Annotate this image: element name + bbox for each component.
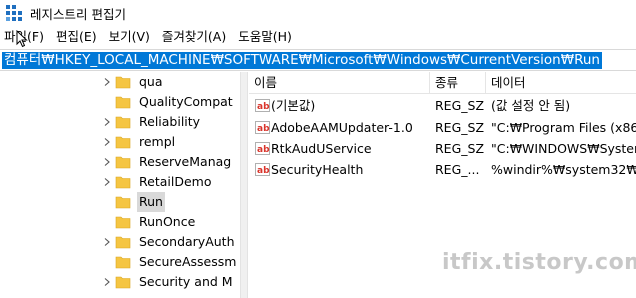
folder-icon (115, 194, 131, 210)
value-type: REG_... (435, 162, 480, 177)
tree-item-secureassessment[interactable]: SecureAssessm (0, 252, 238, 272)
chevron-right-icon[interactable] (103, 158, 111, 166)
tree-item-retaildemo[interactable]: RetailDemo (0, 172, 238, 192)
window-title: 레지스트리 편집기 (30, 6, 126, 22)
folder-icon (115, 214, 131, 230)
value-name: RtkAudUService (271, 141, 372, 156)
column-header-name[interactable]: 이름 (249, 72, 430, 94)
column-header-type[interactable]: 종류 (430, 72, 486, 94)
chevron-right-icon[interactable] (103, 138, 111, 146)
pane-splitter[interactable] (240, 72, 248, 298)
value-row[interactable]: ab RtkAudUService REG_SZ "C:₩WINDOWS₩Sys… (249, 139, 636, 159)
tree-item-label: RetailDemo (139, 174, 212, 189)
folder-icon (115, 154, 131, 170)
tree-item-reliability[interactable]: Reliability (0, 112, 238, 132)
menu-view[interactable]: 보기(V) (103, 26, 156, 48)
tree-item-label: SecondaryAuth (139, 234, 235, 249)
menu-edit[interactable]: 편집(E) (50, 26, 103, 48)
watermark: itfix.tistory.com (442, 250, 636, 275)
tree-item-label: QualityCompat (139, 94, 233, 109)
folder-icon (115, 234, 131, 250)
value-data: (값 설정 안 됨) (491, 98, 571, 113)
chevron-right-icon[interactable] (103, 78, 111, 86)
chevron-right-icon[interactable] (103, 178, 111, 186)
svg-text:ab: ab (257, 102, 270, 112)
value-row[interactable]: ab AdobeAAMUpdater-1.0 REG_SZ "C:₩Progra… (249, 118, 636, 138)
tree-item-security-and-maintenance[interactable]: Security and M (0, 272, 238, 292)
value-data: %windir%₩system32₩Se (491, 162, 636, 177)
svg-text:ab: ab (257, 124, 270, 134)
value-row[interactable]: ab SecurityHealth REG_... %windir%₩syste… (249, 160, 636, 180)
tree-item-label: SecureAssessm (139, 254, 237, 269)
value-type: REG_SZ (435, 141, 485, 156)
folder-icon (115, 254, 131, 270)
mouse-cursor-icon (16, 30, 28, 48)
string-value-icon: ab (255, 142, 271, 156)
title-bar: 레지스트리 편집기 (0, 0, 636, 26)
tree-item-label: rempl (139, 134, 176, 149)
chevron-right-icon[interactable] (103, 238, 111, 246)
tree-item-label: RunOnce (139, 214, 196, 229)
svg-text:ab: ab (257, 166, 270, 176)
chevron-right-icon[interactable] (103, 118, 111, 126)
folder-icon (115, 174, 131, 190)
menu-bar: 파일(F) 편집(E) 보기(V) 즐겨찾기(A) 도움말(H) (0, 26, 636, 48)
tree-item-reservemanager[interactable]: ReserveManag (0, 152, 238, 172)
tree-item-run[interactable]: Run (0, 192, 238, 212)
column-header-data[interactable]: 데이터 (486, 72, 636, 94)
folder-icon (115, 274, 131, 290)
string-value-icon: ab (255, 163, 271, 177)
address-bar[interactable]: 컴퓨터₩HKEY_LOCAL_MACHINE₩SOFTWARE₩Microsof… (0, 49, 636, 71)
menu-favorites[interactable]: 즐겨찾기(A) (156, 26, 232, 48)
tree-item-runonce[interactable]: RunOnce (0, 212, 238, 232)
value-name: AdobeAAMUpdater-1.0 (271, 120, 413, 135)
tree-item-label: Run (137, 192, 165, 212)
tree-item-qua[interactable]: qua (0, 72, 238, 92)
tree-item-rempl[interactable]: rempl (0, 132, 238, 152)
column-header-row: 이름 종류 데이터 (249, 72, 636, 94)
address-path[interactable]: 컴퓨터₩HKEY_LOCAL_MACHINE₩SOFTWARE₩Microsof… (2, 52, 602, 69)
value-name: SecurityHealth (271, 162, 364, 177)
tree-item-label: qua (139, 74, 163, 89)
value-type: REG_SZ (435, 98, 485, 113)
tree-item-label: Security and M (139, 274, 233, 289)
value-data: "C:₩WINDOWS₩System3 (491, 141, 636, 156)
value-name: (기본값) (271, 98, 316, 113)
value-data: "C:₩Program Files (x86)₩ (491, 120, 636, 135)
chevron-right-icon[interactable] (103, 278, 111, 286)
tree-item-secondaryauth[interactable]: SecondaryAuth (0, 232, 238, 252)
folder-icon (115, 94, 131, 110)
menu-help[interactable]: 도움말(H) (232, 26, 298, 48)
string-value-icon: ab (255, 121, 271, 135)
tree-item-qualitycompat[interactable]: QualityCompat (0, 92, 238, 112)
folder-icon (115, 114, 131, 130)
svg-text:ab: ab (257, 145, 270, 155)
tree-item-label: Reliability (139, 114, 201, 129)
folder-icon (115, 74, 131, 90)
value-row[interactable]: ab (기본값) REG_SZ (값 설정 안 됨) (249, 96, 636, 116)
registry-editor-icon (6, 5, 22, 21)
folder-icon (115, 134, 131, 150)
tree-item-label: ReserveManag (139, 154, 232, 169)
value-type: REG_SZ (435, 120, 485, 135)
key-tree[interactable]: qua QualityCompat Reliability rempl Rese… (0, 72, 238, 298)
string-value-icon: ab (255, 99, 271, 113)
